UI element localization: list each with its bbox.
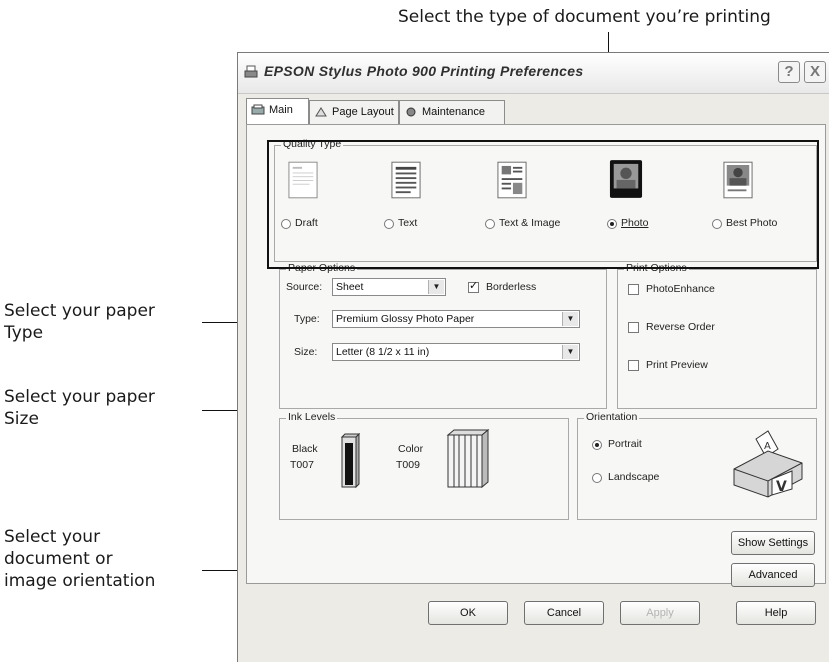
ink-levels-group: Ink Levels Black T007 Color T009: [279, 411, 569, 520]
orientation-group: Orientation Portrait Landscape A V: [577, 411, 817, 520]
title-bar[interactable]: EPSON Stylus Photo 900 Printing Preferen…: [238, 53, 829, 94]
color-ink-label: Color: [398, 443, 424, 455]
paper-type-select[interactable]: Premium Glossy Photo Paper ▼: [332, 310, 580, 328]
orientation-label: Orientation: [584, 411, 640, 423]
window-title: EPSON Stylus Photo 900 Printing Preferen…: [264, 63, 584, 79]
callout-orientation-line3: image orientation: [4, 571, 156, 591]
tab-page-layout[interactable]: Page Layout: [309, 100, 399, 124]
borderless-label[interactable]: Borderless: [486, 281, 536, 293]
main-tab-icon: [251, 104, 265, 115]
black-ink-cartridge-icon: [340, 433, 360, 489]
print-preview-label[interactable]: Print Preview: [646, 359, 708, 371]
callout-paper-size-line2: Size: [4, 409, 39, 429]
reverse-order-checkbox[interactable]: [628, 322, 639, 333]
callout-paper-size: Select your paper Size: [4, 386, 155, 430]
close-title-button[interactable]: X: [804, 61, 826, 83]
quality-type-highlight: [267, 140, 819, 269]
paper-type-dropdown-arrow-icon[interactable]: ▼: [562, 312, 578, 326]
page-layout-tab-icon: [315, 107, 327, 117]
tab-maintenance-label: Maintenance: [422, 106, 485, 118]
ink-levels-label: Ink Levels: [286, 411, 338, 423]
color-ink-code: T009: [396, 459, 420, 471]
callout-document-type: Select the type of document you’re print…: [398, 7, 771, 27]
cancel-button[interactable]: Cancel: [524, 601, 604, 625]
source-value: Sheet: [336, 281, 364, 293]
paper-size-select[interactable]: Letter (8 1/2 x 11 in) ▼: [332, 343, 580, 361]
apply-button[interactable]: Apply: [620, 601, 700, 625]
tab-page-layout-label: Page Layout: [332, 106, 394, 118]
landscape-radio[interactable]: [592, 473, 602, 483]
print-options-group: Print Options PhotoEnhance Reverse Order…: [617, 262, 817, 409]
print-preview-checkbox[interactable]: [628, 360, 639, 371]
callout-paper-size-line1: Select your paper: [4, 387, 155, 407]
advanced-button[interactable]: Advanced: [731, 563, 815, 587]
show-settings-button[interactable]: Show Settings: [731, 531, 815, 555]
source-dropdown-arrow-icon[interactable]: ▼: [428, 280, 444, 294]
svg-text:A: A: [764, 441, 771, 452]
paper-type-value: Premium Glossy Photo Paper: [336, 313, 475, 325]
printer-app-icon: [244, 65, 258, 78]
photoenhance-checkbox[interactable]: [628, 284, 639, 295]
maintenance-tab-icon: [406, 107, 416, 117]
paper-size-value: Letter (8 1/2 x 11 in): [336, 346, 430, 358]
portrait-radio[interactable]: [592, 440, 602, 450]
photoenhance-label[interactable]: PhotoEnhance: [646, 283, 715, 295]
paper-size-dropdown-arrow-icon[interactable]: ▼: [562, 345, 578, 359]
type-label: Type:: [294, 313, 320, 325]
source-label: Source:: [286, 281, 323, 293]
landscape-label[interactable]: Landscape: [608, 471, 659, 483]
callout-paper-type-line2: Type: [4, 323, 44, 343]
callout-paper-type-line1: Select your paper: [4, 301, 155, 321]
portrait-label[interactable]: Portrait: [608, 438, 642, 450]
callout-orientation: Select your document or image orientatio…: [4, 526, 155, 592]
callout-orientation-line2: document or: [4, 549, 113, 569]
black-ink-code: T007: [290, 459, 314, 471]
help-title-button[interactable]: ?: [778, 61, 800, 83]
tab-main-label: Main: [269, 104, 293, 116]
black-ink-label: Black: [292, 443, 318, 455]
reverse-order-label[interactable]: Reverse Order: [646, 321, 715, 333]
borderless-checkbox[interactable]: [468, 279, 479, 293]
paper-options-group: Paper Options Source: Sheet ▼ Borderless…: [279, 262, 607, 409]
callout-paper-type: Select your paper Type: [4, 300, 155, 344]
tab-main[interactable]: Main: [246, 98, 309, 124]
help-button[interactable]: Help: [736, 601, 816, 625]
size-label: Size:: [294, 346, 318, 358]
color-ink-cartridge-icon: [446, 429, 490, 489]
printer-orientation-icon: A V: [733, 430, 803, 498]
ok-button[interactable]: OK: [428, 601, 508, 625]
svg-text:V: V: [776, 479, 787, 495]
tab-maintenance[interactable]: Maintenance: [399, 100, 505, 124]
source-select[interactable]: Sheet ▼: [332, 278, 446, 296]
callout-orientation-line1: Select your: [4, 527, 101, 547]
